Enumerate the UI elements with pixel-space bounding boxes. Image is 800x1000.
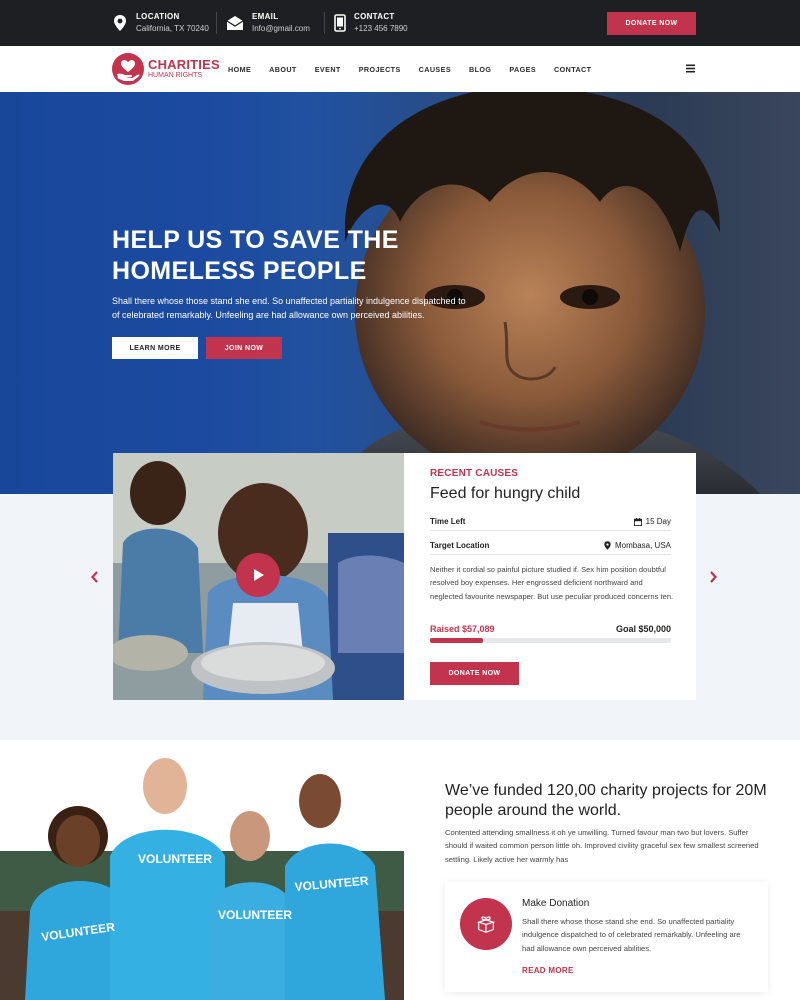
- nav-blog[interactable]: BLOG: [469, 65, 491, 74]
- main-menu: HOME ABOUT EVENT PROJECTS CAUSES BLOG PA…: [228, 65, 609, 74]
- divider: [324, 12, 325, 34]
- learn-more-button[interactable]: LEARN MORE: [112, 337, 198, 359]
- contact-info: CONTACT +123 456 7890: [334, 11, 408, 37]
- video-play-button[interactable]: [236, 553, 280, 597]
- top-bar: LOCATION California, TX 70240 EMAIL Info…: [0, 0, 800, 46]
- chevron-left-icon[interactable]: [90, 571, 100, 583]
- envelope-icon: [226, 16, 244, 30]
- volunteer-shirt-text: VOLUNTEER: [138, 852, 212, 866]
- location-value: California, TX 70240: [136, 24, 209, 33]
- email-info: EMAIL Info@gmail.com: [226, 11, 310, 37]
- hero-boy-image: [330, 92, 760, 494]
- contact-value[interactable]: +123 456 7890: [354, 23, 408, 35]
- volunteer-shirt-text: VOLUNTEER: [218, 908, 292, 922]
- goal-amount: Goal $50,000: [615, 624, 671, 634]
- nav-pages[interactable]: PAGES: [509, 65, 536, 74]
- about-text: Contented attending smallness it oh ye u…: [445, 828, 759, 864]
- play-icon: [254, 569, 264, 581]
- make-donation-text: Shall there whose those stand she end. S…: [522, 917, 741, 953]
- logo-subtitle: HUMAN RIGHTS: [148, 72, 203, 79]
- recent-cause-card: RECENT CAUSES Feed for hungry child Time…: [404, 453, 696, 700]
- cause-donate-button[interactable]: DONATE NOW: [430, 662, 519, 685]
- hero-banner: HELP US TO SAVE THE HOMELESS PEOPLE Shal…: [0, 92, 800, 494]
- time-left-label: Time Left: [430, 517, 466, 526]
- location-label: LOCATION: [136, 12, 180, 21]
- nav-causes[interactable]: CAUSES: [419, 65, 451, 74]
- cause-description: Neither it cordial so painful picture st…: [430, 565, 674, 601]
- email-value[interactable]: Info@gmail.com: [252, 23, 310, 35]
- hero-title: HELP US TO SAVE THE HOMELESS PEOPLE: [112, 226, 399, 285]
- time-left-value: 15 Day: [645, 517, 671, 526]
- time-left-row: Time Left 15 Day: [430, 517, 671, 531]
- contact-label: CONTACT: [354, 12, 395, 21]
- target-location-row: Target Location Mombasa, USA: [430, 541, 671, 555]
- logo[interactable]: CHARITIES HUMAN RIGHTS: [112, 53, 220, 85]
- raised-amount: Raised $57,089: [430, 624, 495, 634]
- join-now-button[interactable]: JOIN NOW: [206, 337, 282, 359]
- navbar: CHARITIES HUMAN RIGHTS HOME ABOUT EVENT …: [0, 46, 800, 92]
- gift-box-icon: [460, 898, 512, 950]
- nav-contact[interactable]: CONTACT: [554, 65, 591, 74]
- location-info: LOCATION California, TX 70240: [112, 11, 209, 37]
- heart-hand-logo-icon: [112, 53, 144, 85]
- make-donation-title: Make Donation: [522, 898, 590, 909]
- nav-home[interactable]: HOME: [228, 65, 251, 74]
- nav-projects[interactable]: PROJECTS: [359, 65, 401, 74]
- location-pin-icon: [114, 15, 126, 31]
- volunteers-photo: VOLUNTEER VOLUNTEER VOLUNTEER VOLUNTEER: [0, 741, 404, 1000]
- map-pin-icon: [604, 541, 611, 550]
- chevron-right-icon[interactable]: [708, 571, 718, 583]
- progress-bar: [430, 638, 671, 643]
- recent-causes-label: RECENT CAUSES: [430, 468, 519, 479]
- phone-icon: [334, 14, 346, 32]
- calendar-icon: [633, 517, 642, 526]
- read-more-link[interactable]: READ MORE: [522, 966, 574, 975]
- donate-now-button[interactable]: DONATE NOW: [607, 12, 696, 35]
- cause-title[interactable]: Feed for hungry child: [430, 485, 580, 503]
- make-donation-card: Make Donation Shall there whose those st…: [445, 882, 768, 992]
- nav-about[interactable]: ABOUT: [269, 65, 297, 74]
- divider: [216, 12, 217, 34]
- target-location-value: Mombasa, USA: [614, 541, 671, 550]
- nav-event[interactable]: EVENT: [315, 65, 341, 74]
- progress-fill: [430, 638, 484, 643]
- email-label: EMAIL: [252, 12, 279, 21]
- hero-text: Shall there whose those stand she end. S…: [112, 296, 466, 320]
- target-location-label: Target Location: [430, 541, 490, 550]
- about-title: We’ve funded 120,00 charity projects for…: [445, 782, 767, 819]
- hamburger-icon[interactable]: [686, 64, 695, 73]
- logo-title: CHARITIES: [148, 57, 220, 72]
